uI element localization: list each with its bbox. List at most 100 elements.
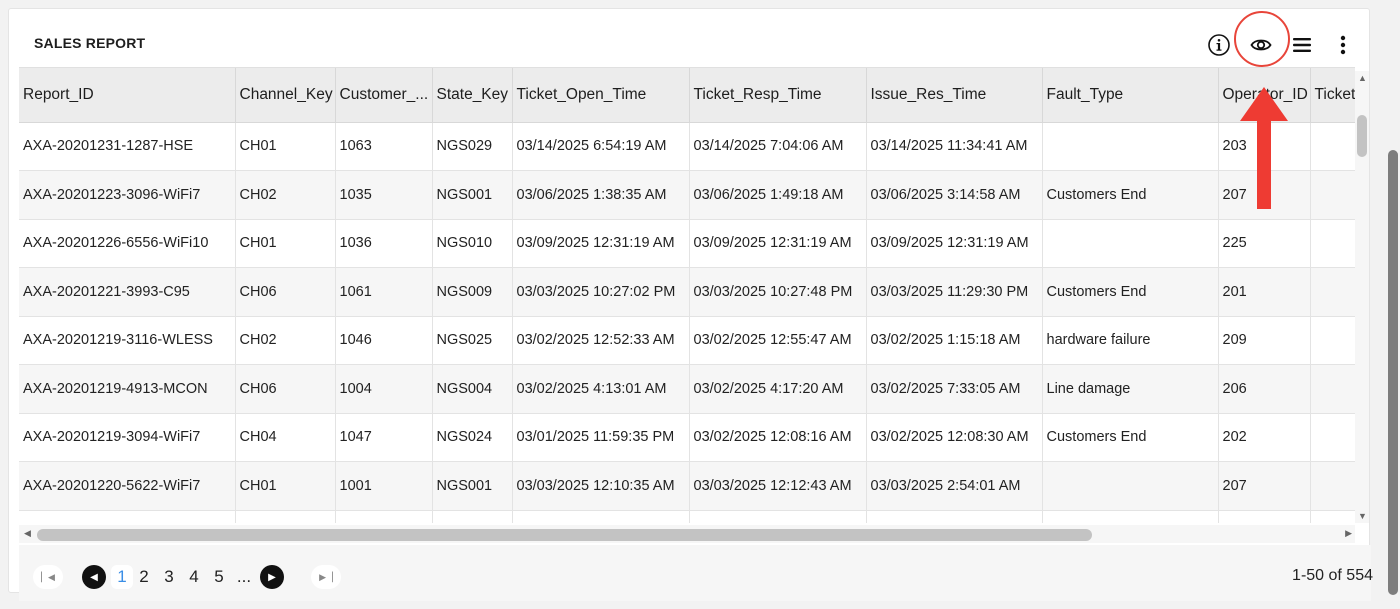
- table-cell: NGS010: [432, 219, 513, 268]
- table-cell: AXA-20201219-3116-WLESS: [19, 316, 236, 365]
- table-cell: 03/06/2025 1:38:35 AM: [512, 170, 690, 220]
- table-cell: 03/14/2025 11:34:41 AM: [866, 122, 1043, 171]
- table-cell: AXA-20201231-1287-HSE: [19, 122, 236, 171]
- table-cell: 03/03/2025 10:27:02 PM: [512, 267, 690, 317]
- scroll-down-arrow-icon[interactable]: ▼: [1358, 511, 1367, 521]
- table-cell: 03/09/2025 12:31:19 AM: [512, 219, 690, 268]
- table-cell: Customers End: [1042, 267, 1219, 317]
- table-cell: 1047: [335, 413, 433, 462]
- table-row[interactable]: AXA-20201220-5622-WiFi7 CH01 1001 NGS001 03/…: [19, 461, 1355, 511]
- column-header-ticket-resp-time[interactable]: Ticket_Resp_Time: [689, 68, 867, 123]
- grid-vertical-scrollbar-thumb[interactable]: [1357, 115, 1367, 157]
- table-cell: 225: [1218, 219, 1311, 268]
- table-cell: 03/03/2025 10:27:48 PM: [689, 267, 867, 317]
- table-cell: 206: [1218, 364, 1311, 414]
- column-header-state-key[interactable]: State_Key: [432, 68, 513, 123]
- vertical-dots-icon[interactable]: [1329, 31, 1357, 59]
- table-cell: 03/02/2025 1:15:18 AM: [866, 316, 1043, 365]
- page-1-button[interactable]: 1: [111, 565, 133, 589]
- page-scrollbar-thumb[interactable]: [1388, 150, 1398, 595]
- column-header-channel-key[interactable]: Channel_Key: [235, 68, 336, 123]
- column-header-customer[interactable]: Customer_...: [335, 68, 433, 123]
- table-cell: NGS004: [432, 364, 513, 414]
- table-cell: 03/03/2025 12:12:43 AM: [689, 461, 867, 511]
- page-scrollbar[interactable]: [1380, 0, 1400, 609]
- table-cell: NGS009: [432, 267, 513, 317]
- hamburger-menu-icon[interactable]: [1288, 31, 1316, 59]
- table-cell: [1310, 267, 1355, 317]
- table-cell: Customers End: [1042, 170, 1219, 220]
- grid-horizontal-scrollbar[interactable]: ◀ ▶: [19, 525, 1355, 543]
- table-cell: NGS025: [432, 316, 513, 365]
- table-cell: [1042, 219, 1219, 268]
- table-cell: 03/02/2025 4:17:20 AM: [689, 364, 867, 414]
- table-cell: 03/03/2025 12:10:35 AM: [512, 461, 690, 511]
- table-cell: NGS001: [432, 461, 513, 511]
- report-data-grid: Report_ID Channel_Key Customer_... State…: [19, 67, 1355, 523]
- table-cell: [1042, 122, 1219, 171]
- table-row[interactable]: AXA-20201219-3116-WLESS CH02 1046 NGS025 03/…: [19, 316, 1355, 365]
- table-row[interactable]: AXA-20201219-4913-MCON CH06 1004 NGS004 03/0…: [19, 364, 1355, 414]
- table-row[interactable]: AXA-20201226-6556-WiFi10 CH01 1036 NGS010 03…: [19, 219, 1355, 268]
- column-header-fault-type[interactable]: Fault_Type: [1042, 68, 1219, 123]
- previous-page-icon[interactable]: ◀: [82, 565, 106, 589]
- table-row[interactable]: AXA-20201221-3993-C95 CH06 1061 NGS009 03/03…: [19, 267, 1355, 317]
- column-header-ticket[interactable]: Ticket: [1310, 68, 1355, 123]
- table-cell: [1218, 510, 1311, 523]
- table-cell: 03/03/2025 2:54:01 AM: [866, 461, 1043, 511]
- table-cell: AXA-20201226-6556-WiFi10: [19, 219, 236, 268]
- table-cell: 209: [1218, 316, 1311, 365]
- table-cell: hardware failure: [1042, 316, 1219, 365]
- table-cell: 207: [1218, 461, 1311, 511]
- table-cell: 03/06/2025 1:49:18 AM: [689, 170, 867, 220]
- red-arrow-annotation: [1240, 87, 1288, 209]
- column-header-issue-res-time[interactable]: Issue_Res_Time: [866, 68, 1043, 123]
- page-5-button[interactable]: 5: [208, 565, 230, 589]
- info-icon[interactable]: [1205, 31, 1233, 59]
- table-cell: NGS001: [432, 170, 513, 220]
- table-cell: [1310, 461, 1355, 511]
- table-cell: [235, 510, 336, 523]
- scroll-left-arrow-icon[interactable]: ◀: [24, 528, 31, 539]
- report-title: SALES REPORT: [34, 35, 146, 51]
- page-2-button[interactable]: 2: [133, 565, 155, 589]
- table-cell: [19, 510, 236, 523]
- table-cell: 03/09/2025 12:31:19 AM: [866, 219, 1043, 268]
- table-cell: NGS024: [432, 413, 513, 462]
- page-4-button[interactable]: 4: [183, 565, 205, 589]
- pagination-ellipsis: ...: [236, 567, 252, 586]
- table-cell: Customers End: [1042, 413, 1219, 462]
- table-row[interactable]: AXA-20201223-3096-WiFi7 CH02 1035 NGS001 03/…: [19, 170, 1355, 220]
- first-page-icon[interactable]: ▏◀: [33, 565, 63, 589]
- table-cell: 1061: [335, 267, 433, 317]
- scroll-up-arrow-icon[interactable]: ▲: [1358, 73, 1367, 83]
- table-cell: AXA-20201219-3094-WiFi7: [19, 413, 236, 462]
- table-cell: CH02: [235, 316, 336, 365]
- column-header-report-id[interactable]: Report_ID: [19, 68, 236, 123]
- last-page-icon[interactable]: ▶▕: [311, 565, 341, 589]
- table-cell: NGS029: [432, 122, 513, 171]
- scroll-right-arrow-icon[interactable]: ▶: [1345, 528, 1352, 539]
- table-cell: 03/03/2025 11:29:30 PM: [866, 267, 1043, 317]
- table-cell: [1310, 510, 1355, 523]
- page-3-button[interactable]: 3: [158, 565, 180, 589]
- eye-icon[interactable]: [1247, 31, 1275, 59]
- table-cell: CH06: [235, 364, 336, 414]
- table-cell: [1310, 170, 1355, 220]
- table-cell: [866, 510, 1043, 523]
- table-cell: 03/02/2025 12:08:30 AM: [866, 413, 1043, 462]
- table-cell: 03/06/2025 3:14:58 AM: [866, 170, 1043, 220]
- table-row[interactable]: AXA-20201231-1287-HSE CH01 1063 NGS029 03/14…: [19, 122, 1355, 171]
- grid-vertical-scrollbar[interactable]: ▲ ▼: [1355, 71, 1369, 523]
- column-header-ticket-open-time[interactable]: Ticket_Open_Time: [512, 68, 690, 123]
- grid-horizontal-scrollbar-thumb[interactable]: [37, 529, 1092, 541]
- next-page-icon[interactable]: ▶: [260, 565, 284, 589]
- table-header-row: Report_ID Channel_Key Customer_... State…: [19, 68, 1355, 123]
- table-row[interactable]: AXA-20201219-3094-WiFi7 CH04 1047 NGS024 03/…: [19, 413, 1355, 462]
- table-cell: 1035: [335, 170, 433, 220]
- table-cell: 1001: [335, 461, 433, 511]
- table-cell: CH06: [235, 267, 336, 317]
- table-row[interactable]: [19, 510, 1355, 523]
- table-cell: 03/09/2025 12:31:19 AM: [689, 219, 867, 268]
- pagination-range-text: 1-50 of 554: [1292, 567, 1373, 584]
